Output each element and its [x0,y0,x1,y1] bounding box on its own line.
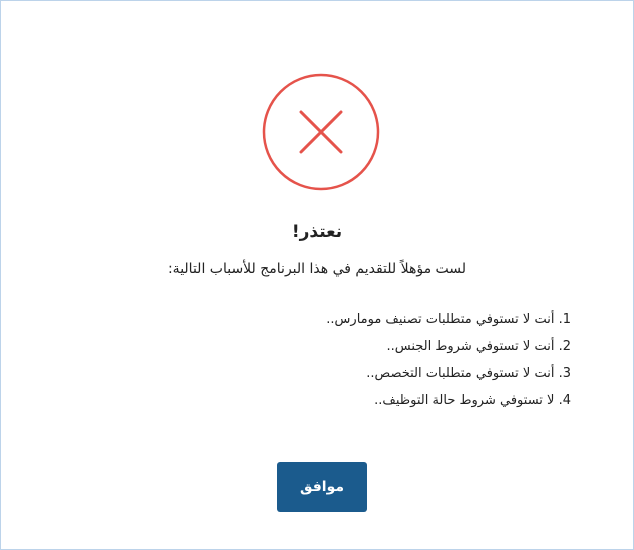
reason-item: 2. أنت لا تستوفي شروط الجنس.. [386,339,571,354]
dialog-subtitle: لست مؤهلاً للتقديم في هذا البرنامج للأسب… [167,261,467,277]
reason-item: 3. أنت لا تستوفي متطلبات التخصص.. [366,366,571,381]
close-circle-icon [262,73,380,191]
reasons-list: 1. أنت لا تستوفي متطلبات تصنيف مومارس.. … [326,311,571,419]
reason-item: 4. لا تستوفي شروط حالة التوظيف.. [374,393,571,408]
dialog-title: نعتذر! [291,222,343,242]
ok-button[interactable]: موافق [277,462,367,512]
rejection-dialog: نعتذر! لست مؤهلاً للتقديم في هذا البرنام… [0,0,634,550]
reason-item: 1. أنت لا تستوفي متطلبات تصنيف مومارس.. [326,312,571,327]
